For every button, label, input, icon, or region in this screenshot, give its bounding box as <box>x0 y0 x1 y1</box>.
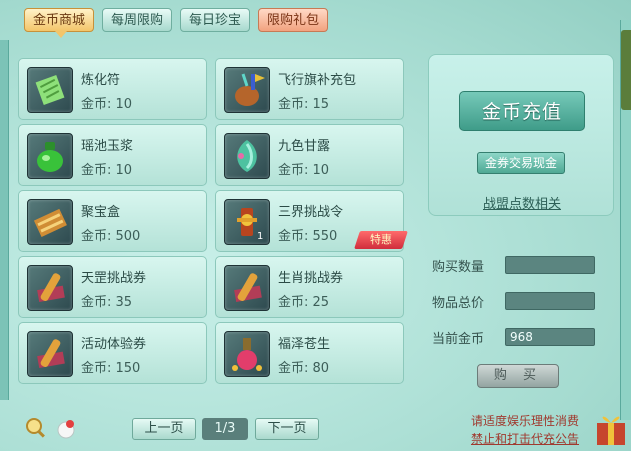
challenge-token-icon: 1 <box>224 199 270 245</box>
notice-line-1: 请适度娱乐理性消费 <box>470 414 579 428</box>
sale-badge: 特惠 <box>354 231 408 249</box>
item-price: 金币: 10 <box>81 97 133 112</box>
shop-item[interactable]: 飞行旗补充包 金币: 15 <box>215 58 404 120</box>
talisman-icon <box>27 67 73 113</box>
page-indicator: 1/3 <box>202 418 248 440</box>
total-price-label: 物品总价 <box>432 296 485 311</box>
item-name: 三界挑战令 <box>278 205 344 220</box>
jade-jar-icon <box>27 133 73 179</box>
buy-button[interactable]: 购 买 <box>477 364 559 388</box>
side-tab-handle[interactable] <box>621 30 631 110</box>
shop-item[interactable]: 瑶池玉浆 金币: 10 <box>18 124 207 186</box>
shop-item[interactable]: 天罡挑战券 金币: 35 <box>18 256 207 318</box>
item-price: 金币: 15 <box>278 97 330 112</box>
item-name: 生肖挑战券 <box>278 271 344 286</box>
item-name: 炼化符 <box>81 73 121 88</box>
magnifier-icon[interactable] <box>24 416 48 440</box>
shop-item[interactable]: 生肖挑战券 金币: 25 <box>215 256 404 318</box>
egg-icon[interactable] <box>54 416 78 440</box>
scroll-icon <box>224 265 270 311</box>
item-name: 天罡挑战券 <box>81 271 147 286</box>
alliance-points-link[interactable]: 战盟点数相关 <box>429 193 615 212</box>
quantity-label: 购买数量 <box>432 260 485 275</box>
shop-tabs: 金币商城 每周限购 每日珍宝 限购礼包 <box>24 8 329 38</box>
flag-bag-icon <box>224 67 270 113</box>
next-page-button[interactable]: 下一页 <box>255 418 319 440</box>
item-name: 聚宝盒 <box>81 205 121 220</box>
item-price: 金币: 10 <box>81 163 133 178</box>
item-price: 金币: 35 <box>81 295 133 310</box>
recharge-button[interactable]: 金币充值 <box>459 91 585 131</box>
item-price: 金币: 550 <box>278 229 338 244</box>
prev-page-button[interactable]: 上一页 <box>132 418 196 440</box>
total-price-field <box>505 292 595 310</box>
item-grid: 炼化符 金币: 10 飞行旗补充包 金币: 15 瑶池玉浆 金币: 10 九色甘… <box>18 58 408 388</box>
shop-item[interactable]: 活动体验券 金币: 150 <box>18 322 207 384</box>
item-price: 金币: 80 <box>278 361 330 376</box>
left-border-decoration <box>0 40 9 400</box>
item-name: 飞行旗补充包 <box>278 73 357 88</box>
current-gold-label: 当前金币 <box>432 332 485 347</box>
nectar-icon <box>224 133 270 179</box>
item-name: 福泽苍生 <box>278 337 331 352</box>
recharge-panel: 金币充值 金券交易现金 战盟点数相关 <box>428 54 614 216</box>
shop-item[interactable]: 聚宝盒 金币: 500 <box>18 190 207 252</box>
tab-gold-mall[interactable]: 金币商城 <box>24 8 95 38</box>
current-gold-field: 968 <box>505 328 595 346</box>
item-price: 金币: 10 <box>278 163 330 178</box>
item-price: 金币: 25 <box>278 295 330 310</box>
shop-item[interactable]: 九色甘露 金币: 10 <box>215 124 404 186</box>
item-price: 金币: 500 <box>81 229 141 244</box>
treasure-box-icon <box>27 199 73 245</box>
item-name: 九色甘露 <box>278 139 331 154</box>
shop-item[interactable]: 炼化符 金币: 10 <box>18 58 207 120</box>
potion-bottle-icon <box>224 331 270 377</box>
tab-daily-treasure[interactable]: 每日珍宝 <box>180 8 251 32</box>
scroll-icon <box>27 331 73 377</box>
shop-item[interactable]: 福泽苍生 金币: 80 <box>215 322 404 384</box>
scroll-icon <box>27 265 73 311</box>
item-name: 瑶池玉浆 <box>81 139 134 154</box>
item-quantity: 1 <box>257 231 264 242</box>
tab-limited-gift[interactable]: 限购礼包 <box>258 8 329 32</box>
quantity-field[interactable] <box>505 256 595 274</box>
notice-link[interactable]: 禁止和打击代充公告 <box>471 430 579 447</box>
item-price: 金币: 150 <box>81 361 141 376</box>
tab-weekly-limited[interactable]: 每周限购 <box>102 8 173 32</box>
gift-box-icon[interactable] <box>593 407 629 447</box>
item-name: 活动体验券 <box>81 337 147 352</box>
shop-item[interactable]: 1 三界挑战令 金币: 550 特惠 <box>215 190 408 252</box>
exchange-button[interactable]: 金券交易现金 <box>477 152 565 174</box>
